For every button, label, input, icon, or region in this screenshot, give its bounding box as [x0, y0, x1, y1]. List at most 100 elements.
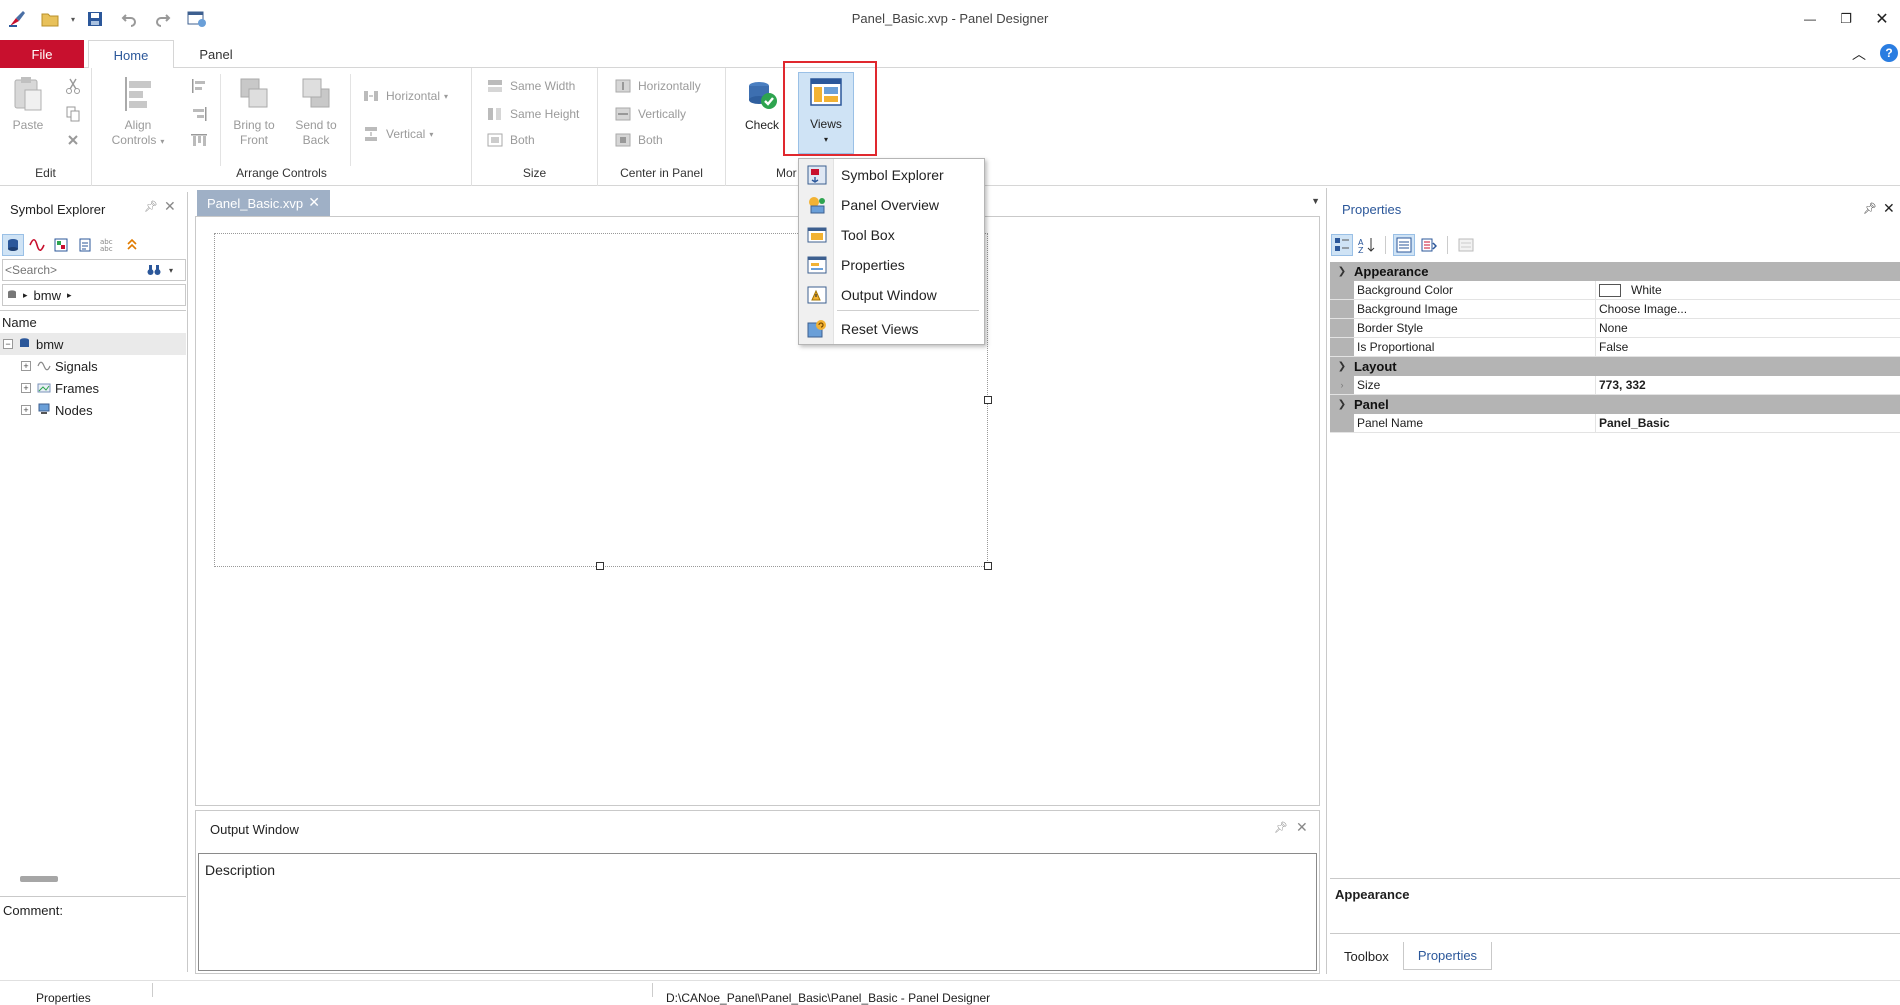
breadcrumb-item[interactable]: bmw	[34, 288, 61, 303]
align-controls-button[interactable]: Align Controls ▾	[106, 74, 170, 149]
send-to-back-button[interactable]: Send to Back	[288, 74, 344, 148]
properties-view-icon[interactable]	[1393, 234, 1415, 256]
property-row[interactable]: Panel Name Panel_Basic	[1330, 414, 1900, 433]
expand-icon[interactable]: +	[21, 405, 31, 415]
app-icon[interactable]	[0, 4, 34, 34]
pin-icon[interactable]: 📌︎	[1274, 821, 1288, 834]
collapse-icon[interactable]: −	[3, 339, 13, 349]
binoculars-icon[interactable]	[143, 264, 165, 276]
views-button[interactable]: Views ▾	[798, 72, 854, 154]
vertical-spacing-button[interactable]: Vertical ▾	[362, 124, 433, 144]
redo-icon[interactable]	[146, 4, 180, 34]
signal-wave-icon[interactable]	[26, 234, 48, 256]
abc-sort-icon[interactable]: abc abc	[98, 234, 120, 256]
collapse-chevron-icon[interactable]: ❯	[1330, 361, 1354, 372]
menu-item-reset-views[interactable]: Reset Views	[799, 315, 984, 343]
pin-icon[interactable]: 📌︎	[1863, 202, 1877, 215]
paste-button[interactable]: Paste	[0, 74, 56, 133]
property-row[interactable]: Background Image Choose Image...	[1330, 300, 1900, 319]
property-value[interactable]: Panel_Basic	[1596, 414, 1900, 432]
align-bottom-button[interactable]	[190, 130, 214, 150]
document-list-dropdown-icon[interactable]: ▼	[1311, 196, 1320, 206]
search-input[interactable]	[3, 262, 143, 278]
horizontal-spacing-button[interactable]: Horizontal ▾	[362, 86, 448, 106]
breadcrumb-arrow-icon[interactable]: ▸	[23, 290, 28, 301]
filter-icon[interactable]	[122, 234, 144, 256]
same-width-button[interactable]: Same Width	[486, 76, 575, 96]
database-icon[interactable]	[2, 234, 24, 256]
ribbon-collapse-icon[interactable]: ︿	[1852, 44, 1866, 64]
menu-item-output-window[interactable]: Output Window	[799, 281, 984, 309]
tab-home[interactable]: Home	[88, 40, 174, 69]
close-icon[interactable]: ✕	[1883, 200, 1895, 217]
tree-row-signals[interactable]: + Signals	[0, 355, 186, 377]
align-right-button[interactable]	[190, 104, 214, 124]
events-icon[interactable]	[1418, 234, 1440, 256]
expand-icon[interactable]: +	[21, 383, 31, 393]
resize-handle-bottom[interactable]	[596, 562, 604, 570]
collapse-chevron-icon[interactable]: ❯	[1330, 399, 1354, 410]
category-layout[interactable]: ❯ Layout	[1330, 357, 1900, 376]
restore-button[interactable]: ❐	[1828, 0, 1864, 38]
check-button[interactable]: Check	[734, 74, 790, 133]
tree-row-root[interactable]: − bmw	[0, 333, 186, 355]
align-left-button[interactable]	[190, 76, 214, 96]
expand-arrow-icon[interactable]: ›	[1330, 376, 1354, 394]
property-value[interactable]: 773, 332	[1596, 376, 1900, 394]
same-size-both-button[interactable]: Both	[486, 130, 535, 150]
property-row[interactable]: Background Color White	[1330, 281, 1900, 300]
property-value[interactable]: Choose Image...	[1596, 300, 1900, 318]
bring-to-front-button[interactable]: Bring to Front	[226, 74, 282, 148]
categorized-icon[interactable]	[1331, 234, 1353, 256]
property-row[interactable]: › Size 773, 332	[1330, 376, 1900, 395]
close-icon[interactable]: ✕	[164, 198, 176, 215]
delete-button[interactable]	[64, 130, 88, 150]
center-vertically-button[interactable]: Vertically	[614, 104, 686, 124]
close-button[interactable]: ✕	[1864, 0, 1900, 38]
property-row[interactable]: Border Style None	[1330, 319, 1900, 338]
panel-window-icon[interactable]	[180, 4, 214, 34]
frame-icon[interactable]	[50, 234, 72, 256]
property-pages-icon[interactable]	[1455, 234, 1477, 256]
menu-item-tool-box[interactable]: Tool Box	[799, 221, 984, 249]
alphabetical-sort-icon[interactable]: AZ	[1356, 234, 1378, 256]
help-icon[interactable]: ?	[1880, 44, 1898, 62]
menu-item-panel-overview[interactable]: Panel Overview	[799, 191, 984, 219]
category-panel[interactable]: ❯ Panel	[1330, 395, 1900, 414]
pin-icon[interactable]: 📌︎	[144, 200, 158, 213]
tab-panel[interactable]: Panel	[180, 40, 252, 69]
property-value[interactable]: None	[1596, 319, 1900, 337]
category-appearance[interactable]: ❯ Appearance	[1330, 262, 1900, 281]
tree-column-header[interactable]: Name	[0, 311, 186, 333]
output-column-header[interactable]: Description	[205, 862, 275, 878]
horizontal-scrollbar[interactable]	[20, 876, 58, 882]
tab-properties[interactable]: Properties	[1402, 942, 1493, 970]
center-horizontally-button[interactable]: Horizontally	[614, 76, 701, 96]
document-icon[interactable]	[74, 234, 96, 256]
search-dropdown-icon[interactable]: ▾	[169, 266, 173, 275]
center-both-button[interactable]: Both	[614, 130, 663, 150]
menu-item-symbol-explorer[interactable]: Symbol Explorer	[799, 161, 984, 189]
menu-item-properties[interactable]: Properties	[799, 251, 984, 279]
close-tab-icon[interactable]: ✕	[308, 194, 320, 211]
document-tab[interactable]: Panel_Basic.xvp ✕	[197, 190, 330, 216]
open-dropdown-icon[interactable]: ▾	[68, 4, 78, 34]
expand-icon[interactable]: +	[21, 361, 31, 371]
collapse-chevron-icon[interactable]: ❯	[1330, 266, 1354, 277]
minimize-button[interactable]: —	[1792, 0, 1828, 38]
property-value[interactable]: False	[1596, 338, 1900, 356]
open-folder-icon[interactable]	[34, 4, 68, 34]
breadcrumb-arrow-icon[interactable]: ▸	[67, 290, 72, 301]
close-icon[interactable]: ✕	[1296, 819, 1308, 836]
undo-icon[interactable]	[112, 4, 146, 34]
property-row[interactable]: Is Proportional False	[1330, 338, 1900, 357]
copy-button[interactable]	[64, 104, 88, 124]
property-value[interactable]: White	[1596, 281, 1900, 299]
save-icon[interactable]	[78, 4, 112, 34]
tab-toolbox[interactable]: Toolbox	[1330, 942, 1403, 970]
resize-handle-right[interactable]	[984, 396, 992, 404]
resize-handle-corner[interactable]	[984, 562, 992, 570]
tab-file[interactable]: File	[0, 40, 84, 68]
tree-row-nodes[interactable]: + Nodes	[0, 399, 186, 421]
cut-button[interactable]	[64, 76, 88, 96]
